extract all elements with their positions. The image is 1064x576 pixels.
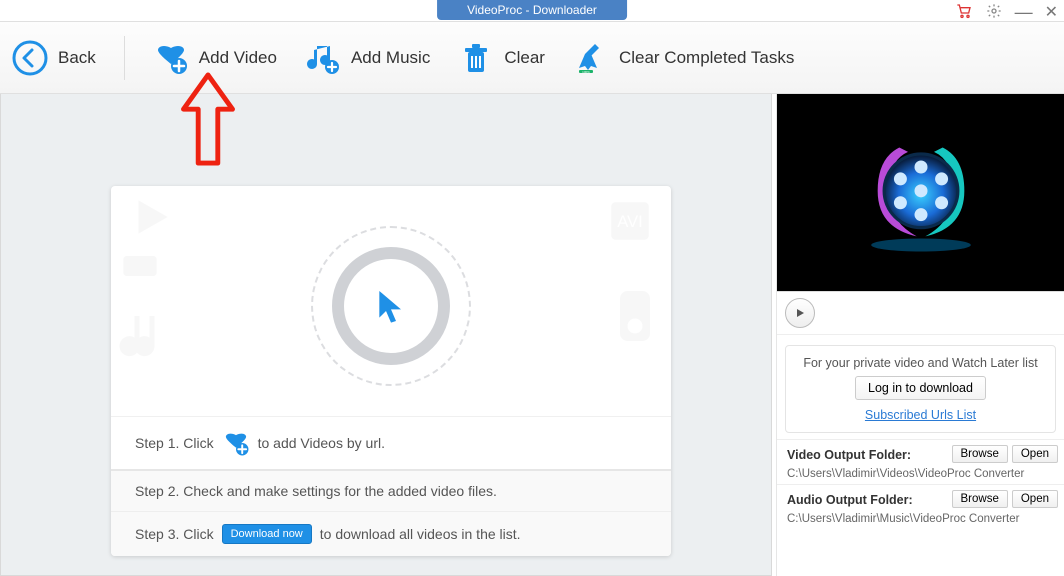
private-video-text: For your private video and Watch Later l… <box>796 356 1045 370</box>
broom-icon: 100% <box>573 40 609 76</box>
play-controls <box>777 292 1064 335</box>
download-now-badge: Download now <box>222 524 312 544</box>
window-title: VideoProc - Downloader <box>437 0 627 20</box>
add-video-button[interactable]: Add Video <box>153 40 277 76</box>
step1-text-a: Step 1. Click <box>135 435 214 451</box>
clear-completed-button[interactable]: 100% Clear Completed Tasks <box>573 40 794 76</box>
window-controls: — ✕ <box>955 2 1058 22</box>
play-button[interactable] <box>785 298 815 328</box>
clear-completed-label: Clear Completed Tasks <box>619 48 794 68</box>
audio-output-path: C:\Users\Vladimir\Music\VideoProc Conver… <box>787 513 1054 525</box>
videoproc-logo-icon <box>856 128 986 258</box>
back-label: Back <box>58 48 96 68</box>
svg-text:AVI: AVI <box>617 212 643 231</box>
step1-text-b: to add Videos by url. <box>258 435 385 451</box>
add-music-label: Add Music <box>351 48 430 68</box>
step-3-row: Step 3. Click Download now to download a… <box>111 511 671 556</box>
download-list-pane: AVI Step 1. Click to add Videos by url. <box>0 94 772 576</box>
video-output-path: C:\Users\Vladimir\Videos\VideoProc Conve… <box>787 468 1054 480</box>
main-area: AVI Step 1. Click to add Videos by url. <box>0 94 1064 576</box>
video-output-section: Video Output Folder: Browse Open C:\User… <box>777 439 1064 484</box>
login-button[interactable]: Log in to download <box>855 376 986 400</box>
clear-button[interactable]: Clear <box>458 40 545 76</box>
drop-card: AVI Step 1. Click to add Videos by url. <box>111 186 671 556</box>
close-icon[interactable]: ✕ <box>1045 2 1058 22</box>
gear-icon[interactable] <box>985 3 1003 22</box>
subscribed-urls-link[interactable]: Subscribed Urls List <box>796 408 1045 422</box>
audio-browse-button[interactable]: Browse <box>952 490 1008 508</box>
audio-output-section: Audio Output Folder: Browse Open C:\User… <box>777 484 1064 529</box>
back-button[interactable]: Back <box>12 40 96 76</box>
step-2-row: Step 2. Check and make settings for the … <box>111 469 671 511</box>
add-video-mini-icon <box>222 429 250 457</box>
step2-text: Step 2. Check and make settings for the … <box>135 483 497 499</box>
svg-text:100%: 100% <box>582 70 590 74</box>
cart-icon[interactable] <box>955 3 973 22</box>
add-video-label: Add Video <box>199 48 277 68</box>
play-icon <box>794 307 806 319</box>
drop-target[interactable] <box>311 226 471 386</box>
step3-text-a: Step 3. Click <box>135 526 214 542</box>
steps-list: Step 1. Click to add Videos by url. Step… <box>111 416 671 556</box>
side-panel: For your private video and Watch Later l… <box>776 94 1064 576</box>
login-card: For your private video and Watch Later l… <box>785 345 1056 433</box>
back-icon <box>12 40 48 76</box>
audio-open-button[interactable]: Open <box>1012 490 1058 508</box>
add-music-button[interactable]: Add Music <box>305 40 430 76</box>
video-browse-button[interactable]: Browse <box>952 445 1008 463</box>
add-video-icon <box>153 40 189 76</box>
clear-label: Clear <box>504 48 545 68</box>
step-1-row: Step 1. Click to add Videos by url. <box>111 416 671 469</box>
title-bar: VideoProc - Downloader — ✕ <box>0 0 1064 22</box>
step3-text-b: to download all videos in the list. <box>320 526 521 542</box>
add-music-icon <box>305 40 341 76</box>
video-open-button[interactable]: Open <box>1012 445 1058 463</box>
trash-icon <box>458 40 494 76</box>
video-preview <box>777 94 1064 292</box>
cursor-icon <box>371 286 411 326</box>
minimize-icon[interactable]: — <box>1015 7 1033 17</box>
toolbar: Back Add Video Add Music Clear 100% Clea… <box>0 22 1064 94</box>
toolbar-divider <box>124 36 125 80</box>
